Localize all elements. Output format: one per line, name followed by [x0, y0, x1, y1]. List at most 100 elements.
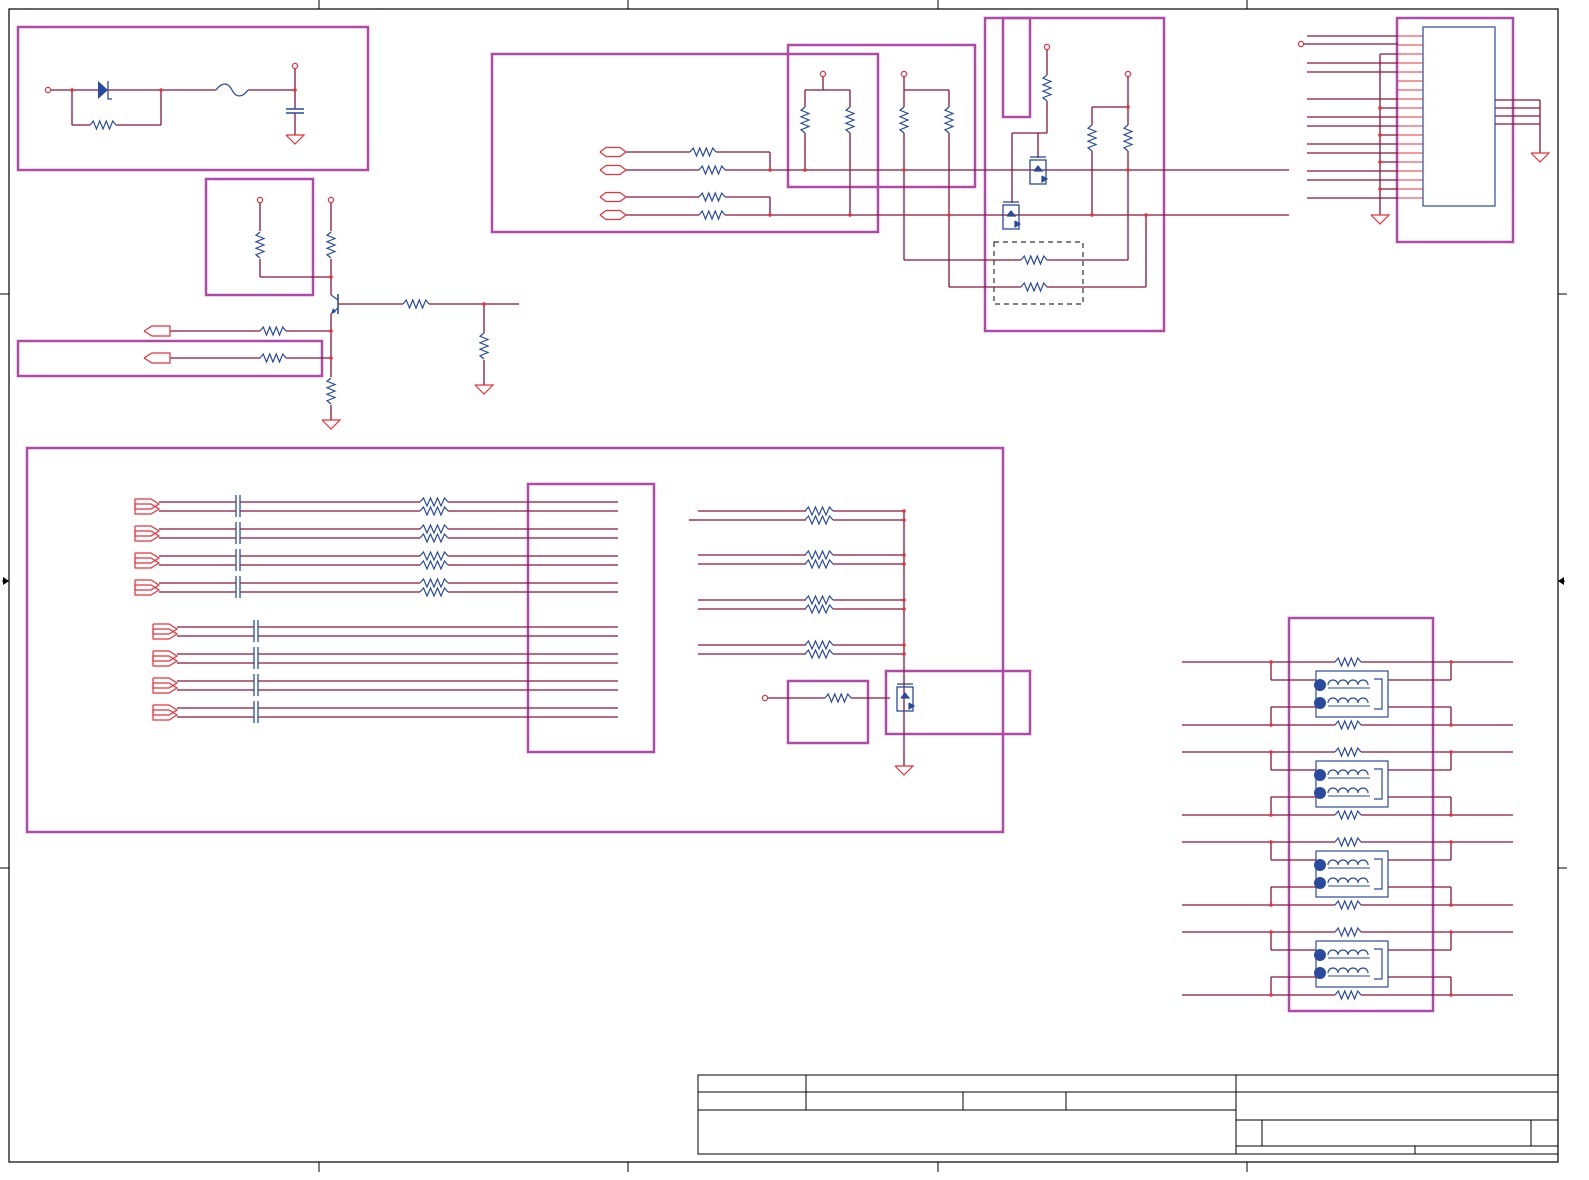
resistor-icon	[325, 377, 337, 405]
resistor-icon	[419, 559, 449, 571]
port-arrow-icon	[599, 164, 627, 176]
junction-dot	[1449, 903, 1453, 907]
resistor-icon	[419, 577, 449, 589]
junction-dot	[768, 213, 772, 217]
transformer-icon	[1374, 768, 1383, 800]
mosfet-icon	[900, 692, 911, 699]
connector-icon	[1422, 26, 1496, 207]
functional-blocks	[16, 16, 1515, 1013]
resistor-icon	[419, 532, 449, 544]
block-power-input	[16, 25, 370, 172]
resistor-icon	[1334, 899, 1362, 911]
junction-dot	[1126, 105, 1130, 109]
junction-dot	[1269, 750, 1273, 754]
transformer-icon	[1327, 769, 1369, 776]
transformer-icon	[1315, 670, 1389, 718]
port-arrow-icon	[143, 352, 171, 364]
resistor-icon	[804, 648, 834, 660]
resistor-icon	[1041, 74, 1053, 102]
resistor-icon	[804, 549, 834, 561]
fuse-icon	[215, 83, 249, 97]
transformer-icon	[1314, 877, 1326, 889]
transformer-icon	[1314, 787, 1326, 799]
resistor-icon	[844, 106, 856, 134]
junction-dot	[293, 88, 297, 92]
mosfet-icon	[1033, 165, 1044, 172]
transformer-icon	[1374, 678, 1383, 710]
junction-dot	[482, 302, 486, 306]
junction-dot	[1378, 106, 1382, 110]
block-option-dashed	[993, 241, 1084, 305]
resistor-icon	[1086, 124, 1098, 152]
resistor-icon	[419, 505, 449, 517]
junction-dot	[902, 643, 906, 647]
junction-dot	[803, 168, 807, 172]
drawing-frame	[0, 0, 1567, 1172]
power-pin-icon	[44, 86, 52, 94]
power-pin-icon	[1297, 40, 1305, 48]
mosfet-icon	[1006, 210, 1017, 217]
resistor-icon	[1122, 124, 1134, 152]
block-led-mosfet	[884, 669, 1032, 736]
resistor-icon	[804, 603, 834, 615]
junction-dot	[848, 213, 852, 217]
transformer-icon	[1314, 769, 1326, 781]
components	[44, 26, 1551, 1001]
junction-dot	[1126, 168, 1130, 172]
junction-dot	[1449, 993, 1453, 997]
zone-arrow	[3, 577, 9, 585]
resistor-icon	[259, 325, 287, 337]
power-pin-icon	[819, 70, 827, 78]
junction-dot	[902, 518, 906, 522]
junction-dot	[1269, 723, 1273, 727]
transformer-icon	[1315, 760, 1389, 808]
power-pin-icon	[1043, 43, 1051, 51]
resistor-icon	[1334, 746, 1362, 758]
transformer-icon	[1374, 858, 1383, 890]
resistor-icon	[943, 106, 955, 134]
title-block	[697, 1074, 1559, 1155]
port-arrow-icon	[599, 146, 627, 158]
resistor-icon	[259, 352, 287, 364]
resistor-icon	[1334, 809, 1362, 821]
resistor-icon	[799, 106, 811, 134]
junction-dot	[768, 168, 772, 172]
resistor-icon	[1334, 836, 1362, 848]
junction-dot	[1449, 723, 1453, 727]
resistor-icon	[804, 558, 834, 570]
transformer-icon	[1327, 679, 1369, 686]
resistor-icon	[1020, 281, 1048, 293]
resistor-icon	[478, 332, 490, 360]
block-ethernet	[25, 446, 1005, 834]
resistor-icon	[402, 298, 430, 310]
transformer-icon	[1315, 850, 1389, 898]
ground-icon	[321, 419, 342, 430]
transformer-icon	[1314, 949, 1326, 961]
junction-dot	[1269, 903, 1273, 907]
junction-dot	[329, 329, 333, 333]
junction-dot	[902, 168, 906, 172]
resistor-icon	[804, 514, 834, 526]
junction-dot	[159, 88, 163, 92]
resistor-icon	[1334, 719, 1362, 731]
resistor-icon	[1334, 989, 1362, 1001]
junction-dot	[902, 598, 906, 602]
resistor-icon	[254, 231, 266, 259]
junction-dot	[1144, 213, 1148, 217]
resistor-icon	[89, 119, 117, 131]
transformer-icon	[1314, 859, 1326, 871]
resistor-icon	[804, 594, 834, 606]
junction-dot	[902, 553, 906, 557]
block-level-shifter-sub	[1001, 16, 1032, 119]
resistor-icon	[804, 505, 834, 517]
power-pin-icon	[256, 196, 264, 204]
ground-icon	[285, 134, 306, 145]
transformer-icon	[1327, 877, 1369, 884]
junction-dot	[1378, 133, 1382, 137]
junction-dot	[947, 213, 951, 217]
junction-dot	[1269, 840, 1273, 844]
transformer-icon	[1374, 948, 1383, 980]
junction-dot	[329, 275, 333, 279]
ground-icon	[474, 384, 495, 395]
block-i2c-resistors	[490, 52, 880, 234]
